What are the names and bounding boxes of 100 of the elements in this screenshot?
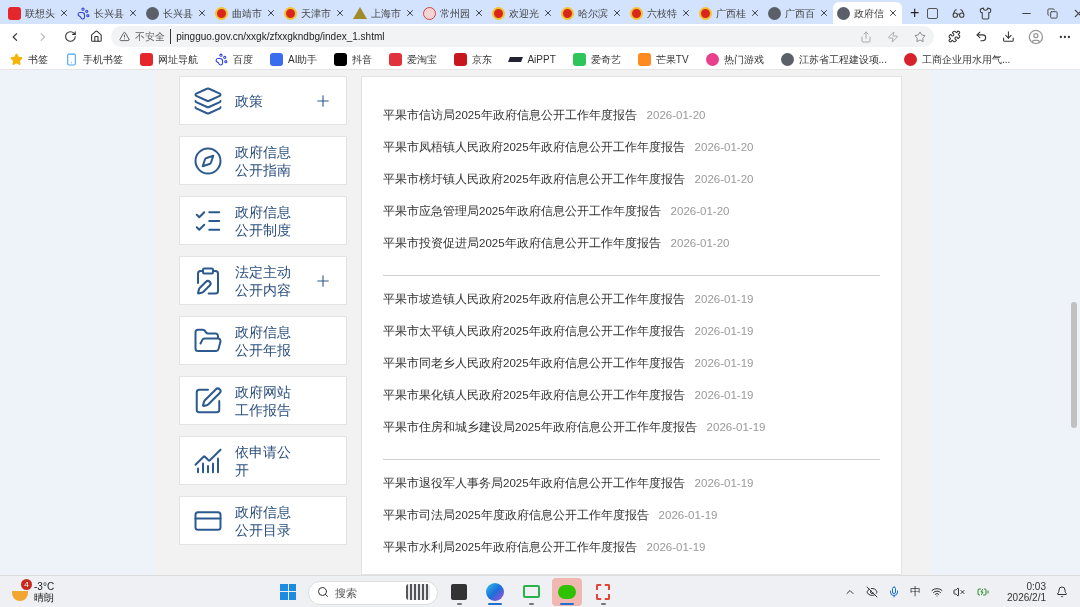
browser-tab[interactable]: 长兴县 xyxy=(73,2,142,24)
browser-tab[interactable]: 长兴县 xyxy=(142,2,211,24)
bookmark-item[interactable]: 热门游戏 xyxy=(705,51,764,67)
tab-count-icon[interactable] xyxy=(927,7,939,19)
browser-tab[interactable]: 广西百 xyxy=(764,2,833,24)
bookmark-item[interactable]: AiPPT xyxy=(509,51,556,67)
close-icon[interactable] xyxy=(681,8,691,18)
bookmark-item[interactable]: 百度 xyxy=(215,51,253,67)
bookmark-item[interactable]: 工商企业用水用气... xyxy=(903,51,1011,67)
close-icon[interactable] xyxy=(750,8,760,18)
url-text: pingguo.gov.cn/xxgk/zfxxgkndbg/index_1.shtml xyxy=(176,30,385,44)
close-icon[interactable] xyxy=(266,8,276,18)
browser-tab[interactable]: 广西桂 xyxy=(695,2,764,24)
app-logo-icon xyxy=(8,6,21,20)
bookmark-item[interactable]: 芒果TV xyxy=(637,51,689,67)
sidebar-item[interactable]: 政府信息公开目录 xyxy=(179,496,347,545)
bookmark-item[interactable]: 江苏省工程建设项... xyxy=(780,51,887,67)
bookmark-item[interactable]: 书签 xyxy=(10,51,48,67)
report-link[interactable]: 平果市信访局2025年政府信息公开工作年度报告 xyxy=(383,106,637,125)
sidebar-label: 政府信息公开目录 xyxy=(235,502,292,539)
report-link[interactable]: 平果市果化镇人民政府2025年政府信息公开工作年度报告 xyxy=(383,386,685,405)
glasses-icon[interactable] xyxy=(952,6,966,20)
shirt-icon[interactable] xyxy=(979,6,993,20)
address-bar[interactable]: 不安全 pingguo.gov.cn/xxgk/zfxxgkndbg/index_1.shtml xyxy=(111,26,935,47)
emblem-icon xyxy=(284,6,297,20)
weather-widget[interactable]: 4 -3°C 晴朗 xyxy=(12,580,55,603)
browser-tab[interactable]: 六枝特 xyxy=(626,2,695,24)
app-logo-icon xyxy=(140,52,153,66)
download-icon[interactable] xyxy=(1001,30,1015,43)
battery-icon[interactable] xyxy=(975,585,992,598)
sidebar-label: 依申请公开 xyxy=(235,442,292,479)
report-link[interactable]: 平果市投资促进局2025年政府信息公开工作年度报告 xyxy=(383,234,661,253)
browser-tab[interactable]: 常州园 xyxy=(419,2,488,24)
bookmark-item[interactable]: 爱淘宝 xyxy=(389,51,438,67)
shop-logo-icon xyxy=(389,52,403,66)
bookmark-item[interactable]: 网址导航 xyxy=(140,51,198,67)
window-app-icon[interactable] xyxy=(451,583,468,600)
browser-tab[interactable]: 天津市 xyxy=(280,2,349,24)
star-icon[interactable] xyxy=(914,30,927,43)
sidebar-item[interactable]: 政府信息公开指南 xyxy=(179,136,347,185)
browser-tab[interactable]: 联想头 xyxy=(4,2,73,24)
browser-tab[interactable]: 欢迎光 xyxy=(488,2,557,24)
close-icon[interactable] xyxy=(612,8,622,18)
start-icon[interactable] xyxy=(280,583,297,600)
bookmark-item[interactable]: AI助手 xyxy=(270,51,318,67)
bookmark-item[interactable]: 手机书签 xyxy=(65,51,123,67)
sidebar-item[interactable]: 法定主动公开内容 xyxy=(179,256,347,305)
report-link[interactable]: 平果市水利局2025年政府信息公开工作年度报告 xyxy=(383,538,637,557)
sidebar-item[interactable]: 依申请公开 xyxy=(179,436,347,485)
sidebar-item[interactable]: 政策 xyxy=(179,76,347,125)
close-icon[interactable] xyxy=(59,8,69,18)
bookmark-item[interactable]: 爱奇艺 xyxy=(572,51,621,67)
report-date: 2026-01-19 xyxy=(646,539,706,555)
report-link[interactable]: 平果市住房和城乡建设局2025年政府信息公开工作年度报告 xyxy=(383,418,697,437)
report-link[interactable]: 平果市应急管理局2025年政府信息公开工作年度报告 xyxy=(383,202,661,221)
undo-icon[interactable] xyxy=(974,30,988,43)
new-tab-button[interactable]: + xyxy=(902,2,928,24)
report-link[interactable]: 平果市坡造镇人民政府2025年政府信息公开工作年度报告 xyxy=(383,290,685,309)
home-icon[interactable] xyxy=(90,30,104,43)
moon-icon xyxy=(12,590,28,601)
video-logo-icon xyxy=(572,52,586,66)
close-icon[interactable] xyxy=(819,8,829,18)
sidebar-item[interactable]: 政府网站工作报告 xyxy=(179,376,347,425)
bookmark-item[interactable]: 抖音 xyxy=(334,51,373,67)
profile-icon[interactable] xyxy=(1028,28,1045,45)
scrollbar-thumb[interactable] xyxy=(1071,302,1077,428)
close-icon[interactable] xyxy=(128,8,138,18)
sidebar-item[interactable]: 政府信息公开年报 xyxy=(179,316,347,365)
close-icon[interactable] xyxy=(197,8,207,18)
bookmark-item[interactable]: 京东 xyxy=(454,51,493,67)
browser-app-icon[interactable] xyxy=(486,582,505,601)
report-link[interactable]: 平果市太平镇人民政府2025年政府信息公开工作年度报告 xyxy=(383,322,685,341)
restore-icon[interactable] xyxy=(1047,7,1059,19)
sidebar-label: 政府信息公开年报 xyxy=(235,322,292,359)
sidebar-label: 政策 xyxy=(235,91,264,110)
report-link[interactable]: 平果市退役军人事务局2025年政府信息公开工作年度报告 xyxy=(383,474,685,493)
mute-icon[interactable] xyxy=(953,585,966,598)
browser-logo-icon xyxy=(146,6,159,20)
browser-tab[interactable]: 政府信 xyxy=(833,2,902,24)
report-link[interactable]: 平果市司法局2025年度政府信息公开工作年度报告 xyxy=(383,506,649,525)
extensions-icon[interactable] xyxy=(948,30,961,43)
report-link[interactable]: 平果市同老乡人民政府2025年政府信息公开工作年度报告 xyxy=(383,354,685,373)
sidebar-item[interactable]: 政府信息公开制度 xyxy=(179,196,347,245)
browser-tab[interactable]: 曲靖市 xyxy=(211,2,280,24)
close-icon[interactable] xyxy=(543,8,553,18)
eye-off-icon[interactable] xyxy=(866,585,879,598)
report-link[interactable]: 平果市凤梧镇人民政府2025年政府信息公开工作年度报告 xyxy=(383,138,685,157)
browser-tab[interactable]: 哈尔滨 xyxy=(557,2,626,24)
report-link[interactable]: 平果市榜圩镇人民政府2025年政府信息公开工作年度报告 xyxy=(383,170,685,189)
close-icon[interactable] xyxy=(405,8,415,18)
input-method-label[interactable]: 中 xyxy=(910,583,922,600)
close-icon[interactable] xyxy=(474,8,484,18)
bell-icon[interactable] xyxy=(1056,585,1068,598)
wifi-icon[interactable] xyxy=(931,585,944,598)
report-date: 2026-01-19 xyxy=(694,475,754,491)
reload-icon[interactable] xyxy=(63,30,77,43)
close-icon[interactable] xyxy=(335,8,345,18)
microphone-icon[interactable] xyxy=(888,585,901,598)
close-icon[interactable] xyxy=(888,8,898,18)
report-date: 2026-01-19 xyxy=(706,419,766,435)
